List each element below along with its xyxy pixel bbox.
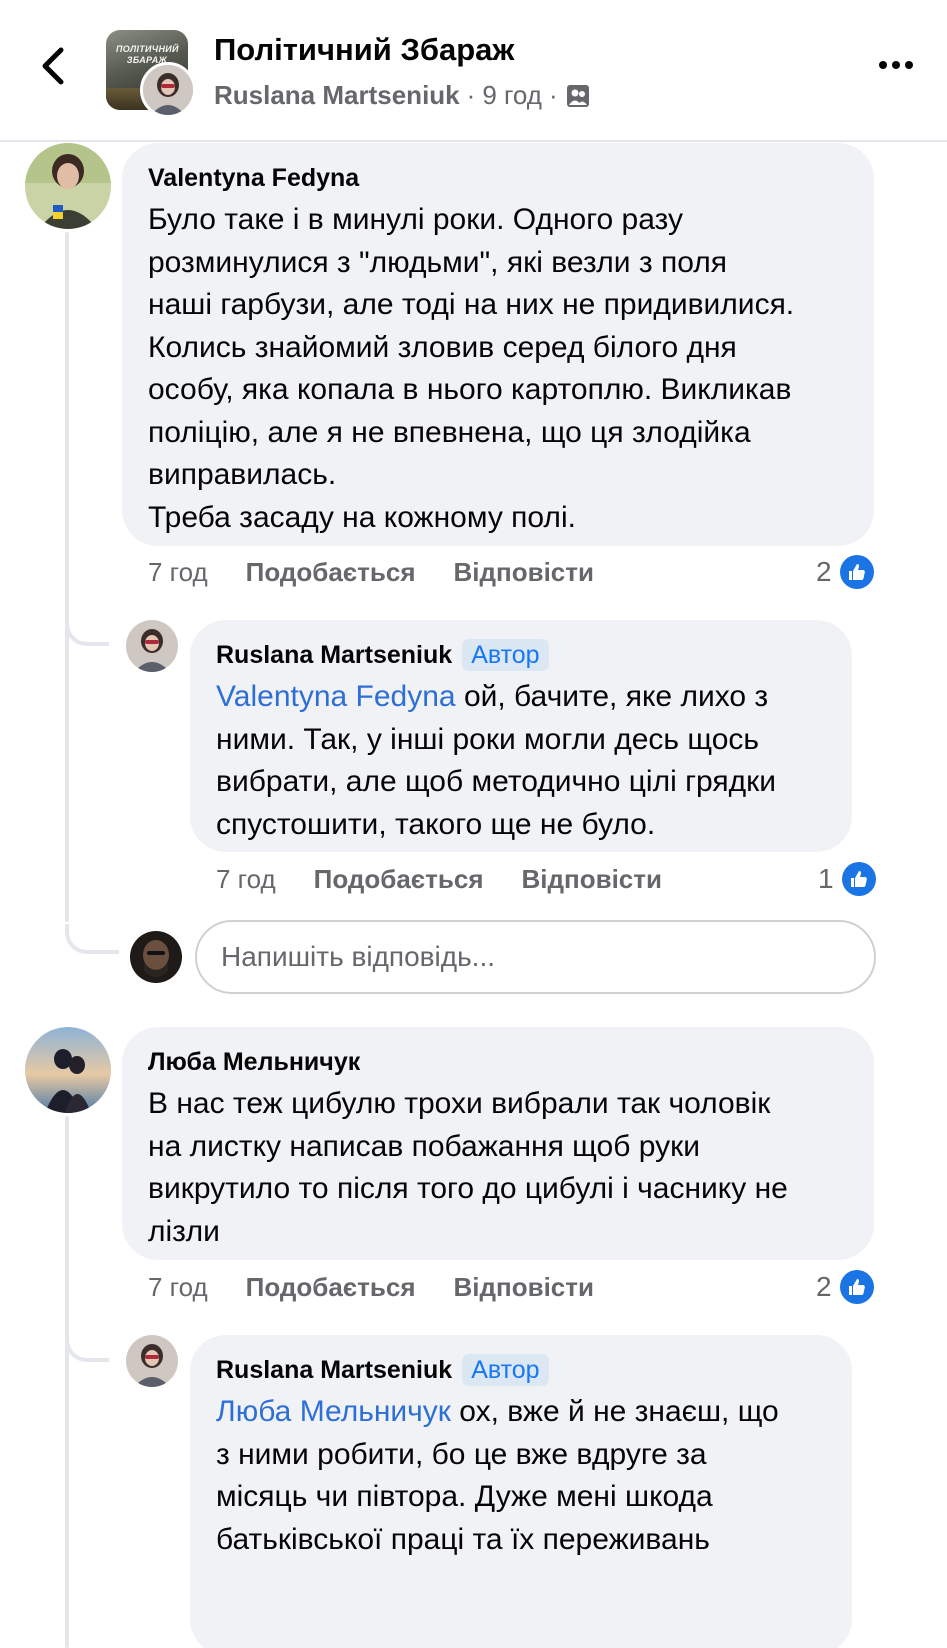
post-time[interactable]: 9 год [482, 80, 542, 111]
avatar-photo [126, 1335, 178, 1387]
reaction-count-value: 2 [816, 1271, 832, 1302]
meta-separator: · [548, 80, 558, 110]
meta-separator: · [466, 80, 476, 110]
reaction-count-value: 1 [818, 863, 834, 894]
chevron-left-icon [42, 47, 64, 85]
thread-line [65, 1116, 69, 1648]
comment-author-row: Люба Мельничук [148, 1045, 848, 1079]
author-badge: Автор [462, 1354, 549, 1386]
post-author[interactable]: Ruslana Martseniuk [214, 80, 460, 111]
thread-line [65, 232, 69, 922]
back-button[interactable] [28, 42, 76, 90]
reply-button[interactable]: Відповісти [454, 1272, 594, 1303]
avatar-photo [25, 1027, 111, 1113]
reply-author-row: Ruslana Martseniuk Автор [216, 638, 826, 672]
like-button[interactable]: Подобається [246, 557, 416, 588]
group-audience-icon [566, 84, 589, 107]
more-options-button[interactable] [872, 50, 920, 80]
reaction-count[interactable]: 2 [816, 1267, 874, 1307]
more-dots-icon [892, 61, 900, 69]
author-badge: Автор [462, 639, 549, 671]
commenter-avatar[interactable] [25, 143, 111, 229]
avatar-photo [126, 620, 178, 672]
reply-button[interactable]: Відповісти [522, 864, 662, 895]
like-button[interactable]: Подобається [246, 1272, 416, 1303]
reply-author[interactable]: Ruslana Martseniuk [216, 1356, 452, 1385]
reply-author[interactable]: Ruslana Martseniuk [216, 641, 452, 670]
commenter-avatar[interactable] [25, 1027, 111, 1113]
post-header: ПОЛІТИЧНИЙ ЗБАРАЖ Політичний Збараж Rusl… [0, 0, 947, 142]
reply-button[interactable]: Відповісти [454, 557, 594, 588]
thread-connector [65, 1332, 109, 1362]
comment-actions: 7 год Подобається Відповісти [148, 1267, 632, 1307]
reply-bubble: Ruslana Martseniuk Автор Valentyna Fedyn… [190, 620, 852, 852]
reaction-count[interactable]: 1 [818, 859, 876, 899]
mention-link[interactable]: Valentyna Fedyna [216, 680, 456, 713]
thumbs-up-icon [839, 1270, 874, 1304]
comment-bubble: Люба Мельничук В нас теж цибулю трохи ви… [122, 1027, 874, 1260]
thread-connector [65, 616, 109, 646]
comment-author[interactable]: Valentyna Fedyna [148, 164, 359, 193]
comment-text: В нас теж цибулю трохи вибрали так чолов… [148, 1087, 788, 1248]
mention-link[interactable]: Люба Мельничук [216, 1395, 451, 1428]
comment-author-row: Valentyna Fedyna [148, 161, 848, 195]
reply-input[interactable] [195, 920, 876, 994]
reply-bubble: Ruslana Martseniuk Автор Люба Мельничук … [190, 1335, 852, 1648]
comment-time[interactable]: 7 год [148, 557, 208, 588]
avatar-photo [143, 65, 193, 115]
reaction-count[interactable]: 2 [816, 552, 874, 592]
reply-author-row: Ruslana Martseniuk Автор [216, 1353, 826, 1387]
avatar-photo [25, 143, 111, 229]
like-button[interactable]: Подобається [314, 864, 484, 895]
current-user-avatar [130, 931, 182, 983]
reply-actions: 7 год Подобається Відповісти [216, 859, 700, 899]
reply-time[interactable]: 7 год [216, 864, 276, 895]
comment-text: Було таке і в минулі роки. Одного разу р… [148, 203, 795, 534]
reply-text: Люба Мельничук ох, вже й не знаєш, що з … [216, 1391, 826, 1561]
poster-avatar[interactable] [140, 62, 196, 118]
group-title[interactable]: Політичний Збараж [214, 32, 514, 68]
comment-bubble: Valentyna Fedyna Було таке і в минулі ро… [122, 143, 874, 546]
post-meta: Ruslana Martseniuk · 9 год · [214, 80, 591, 111]
more-dots-icon [879, 61, 887, 69]
comment-actions: 7 год Подобається Відповісти [148, 552, 632, 592]
thread-connector [65, 924, 119, 954]
thumbs-up-icon [841, 862, 876, 896]
comment-author[interactable]: Люба Мельничук [148, 1048, 360, 1077]
reply-text: Valentyna Fedyna ой, бачите, яке лихо з … [216, 676, 826, 846]
comment-time[interactable]: 7 год [148, 1272, 208, 1303]
reply-author-avatar[interactable] [126, 1335, 178, 1387]
reply-author-avatar[interactable] [126, 620, 178, 672]
avatar-photo [130, 931, 182, 983]
more-dots-icon [905, 61, 913, 69]
thumbs-up-icon [839, 555, 874, 589]
reaction-count-value: 2 [816, 556, 832, 587]
